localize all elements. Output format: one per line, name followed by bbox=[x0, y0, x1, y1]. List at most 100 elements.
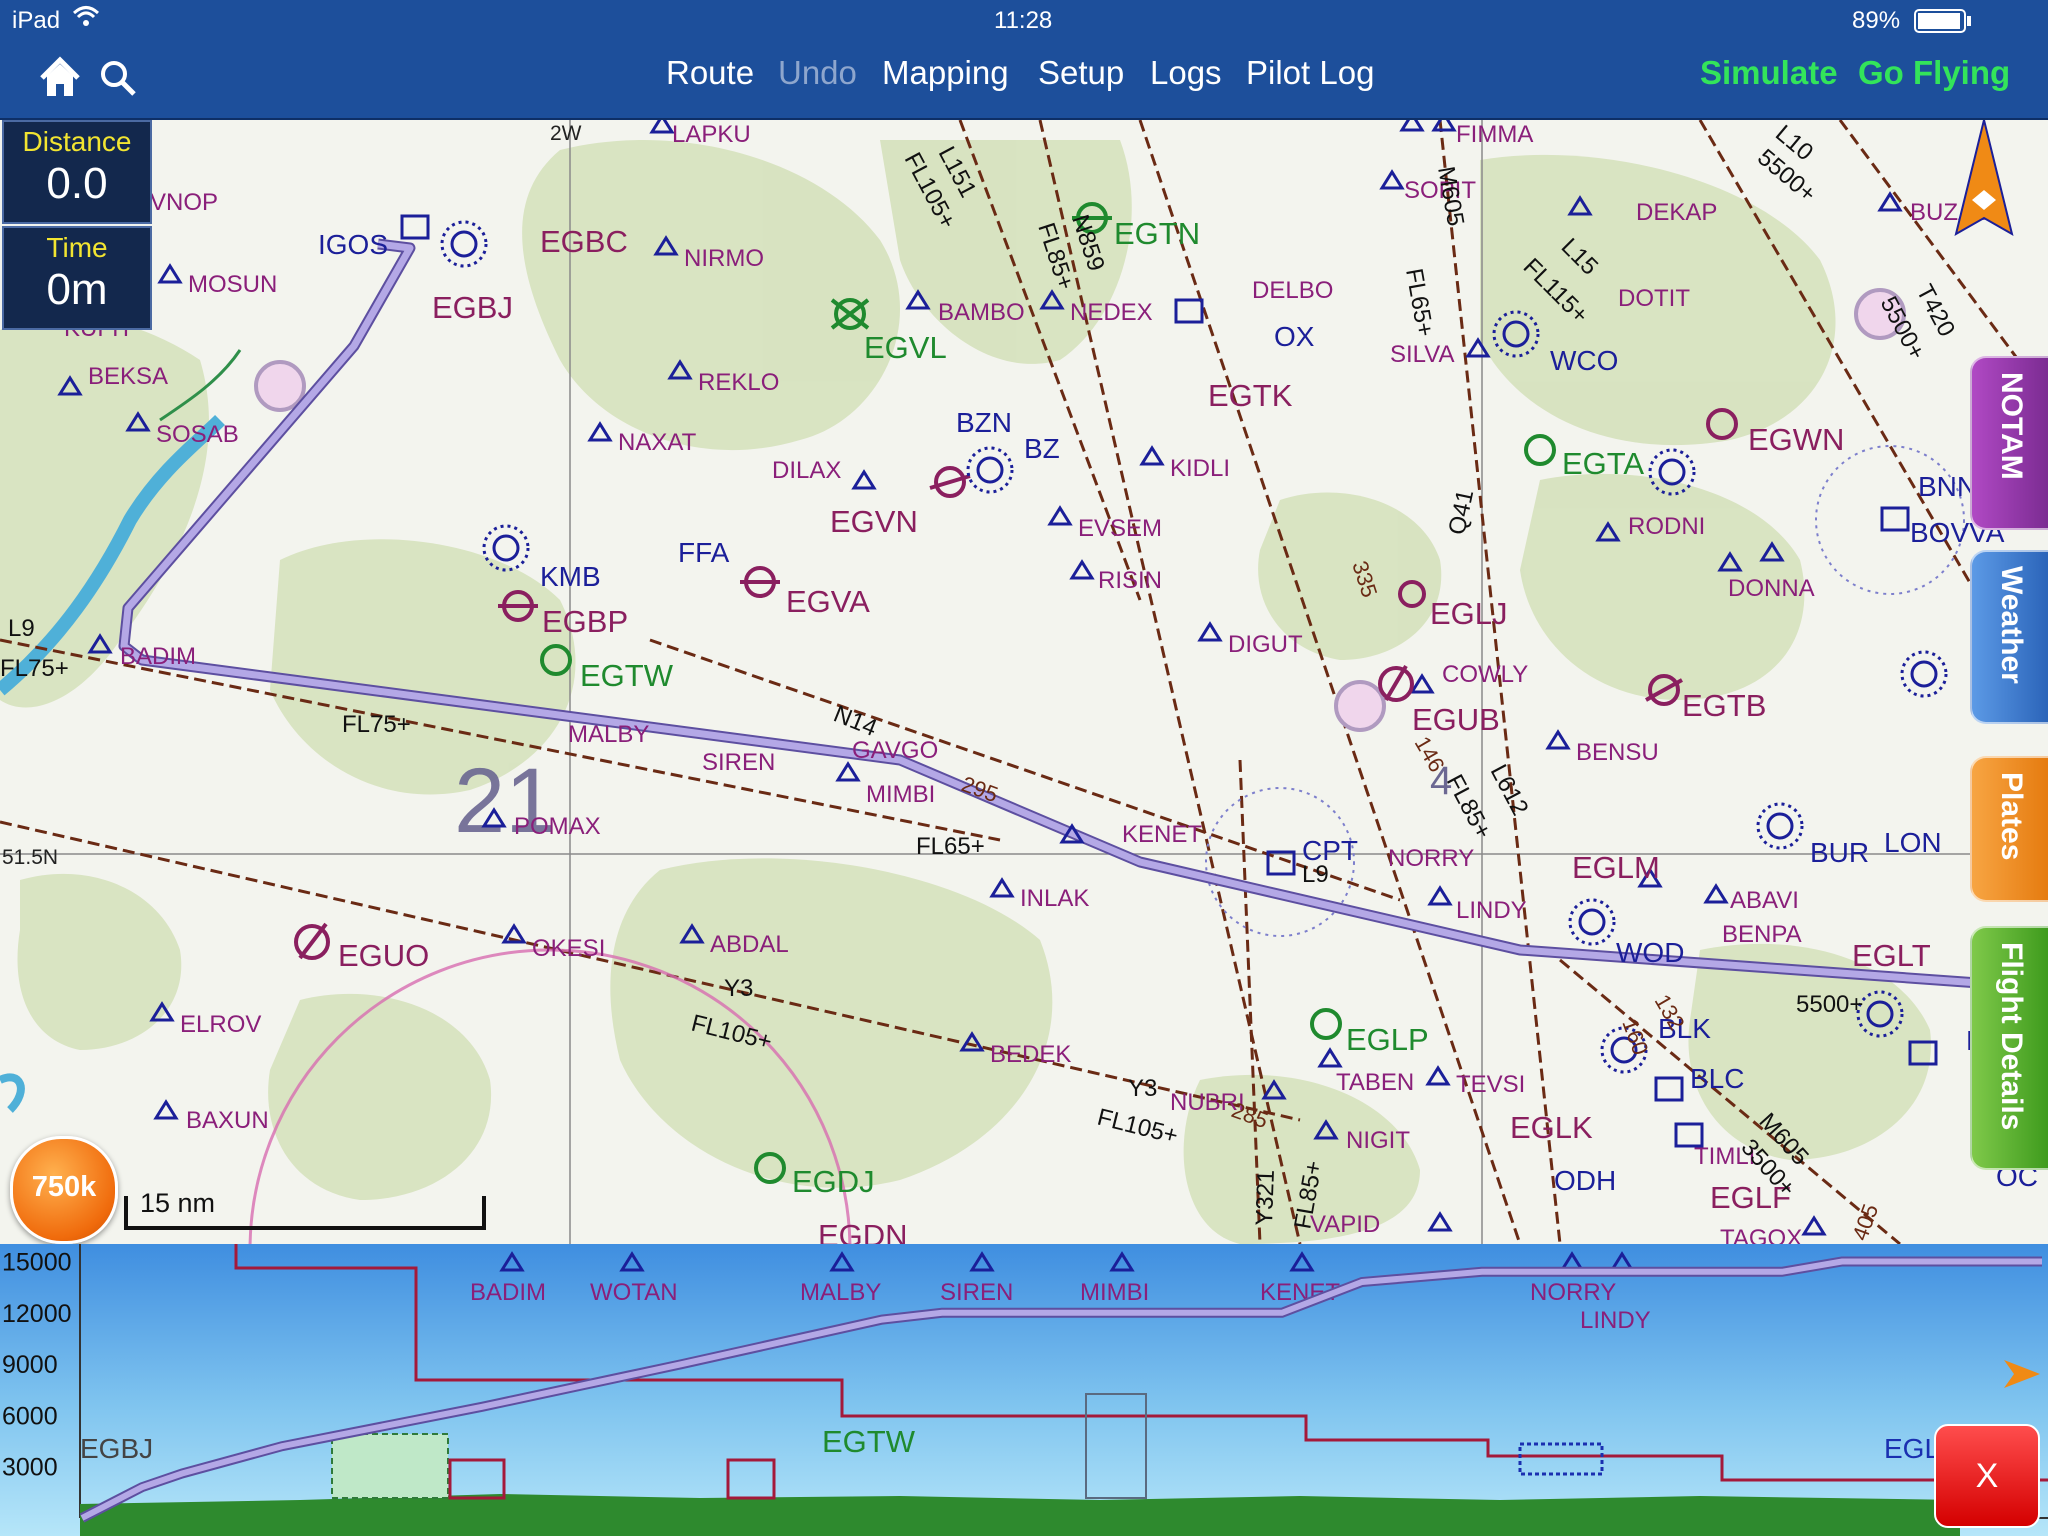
airway-name: L612 bbox=[1485, 760, 1534, 820]
profile-airport-label: EGBJ bbox=[80, 1433, 153, 1464]
waypoint-label: SIREN bbox=[702, 749, 775, 776]
airway-level: FL65+ bbox=[1400, 266, 1439, 338]
waypoint-label: SOSAB bbox=[156, 421, 239, 448]
track-number: 5500+ bbox=[1796, 991, 1863, 1018]
airport-label: EGLP bbox=[1346, 1022, 1429, 1057]
airport-label: EGBC bbox=[540, 224, 628, 259]
airport-label: EGTN bbox=[1114, 216, 1200, 251]
waypoint-label: BENSU bbox=[1576, 739, 1659, 766]
waypoint-label: NIRMO bbox=[684, 245, 764, 272]
navaid-label: BZN bbox=[956, 407, 1012, 438]
tab-weather-label: Weather bbox=[1995, 566, 2028, 684]
profile-waypoint-label: WOTAN bbox=[590, 1279, 678, 1306]
airport-label: EGLT bbox=[1852, 938, 1931, 973]
altitude-tick-label: 3000 bbox=[2, 1454, 58, 1482]
profile-scroll-arrow-icon[interactable] bbox=[2004, 1360, 2040, 1388]
parachute-zone bbox=[1085, 1393, 1147, 1499]
time-readout[interactable]: Time 0m bbox=[2, 226, 152, 330]
airspace-block bbox=[1518, 1442, 1604, 1476]
terrain-profile bbox=[80, 1494, 1960, 1536]
airway-name: L9 bbox=[1302, 861, 1329, 888]
north-arrow-icon[interactable] bbox=[1954, 120, 2014, 237]
waypoint-label: INLAK bbox=[1020, 885, 1089, 912]
airport-label: EGTW bbox=[580, 658, 674, 693]
waypoint-label: RISIN bbox=[1098, 567, 1162, 594]
airway-name: Y3 bbox=[724, 975, 753, 1002]
waypoint-label: LINDY bbox=[1456, 897, 1527, 924]
go-flying-button[interactable]: Go Flying bbox=[1858, 54, 2010, 92]
waypoint-label: BEDEK bbox=[990, 1041, 1071, 1068]
nav-undo[interactable]: Undo bbox=[778, 54, 857, 92]
altitude-tick-label: 12000 bbox=[2, 1300, 72, 1328]
airway-name: L9 bbox=[8, 615, 35, 642]
map-canvas[interactable]: 2W 51.5N 21 LAPKU MOSUN BEKSA SOSAB NIRM… bbox=[0, 120, 2048, 1244]
profile-waypoint-label: SIREN bbox=[940, 1279, 1013, 1306]
waypoint-label: LAPKU bbox=[672, 121, 751, 148]
airport-label: EGUB bbox=[1412, 702, 1500, 737]
waypoint-label: SILVA bbox=[1390, 341, 1454, 368]
airport-label: EGUO bbox=[338, 938, 429, 973]
airport-label: EGVA bbox=[786, 584, 870, 619]
vertical-profile[interactable]: 1500012000900060003000102030405060708090… bbox=[0, 1244, 2048, 1536]
airspace-block bbox=[448, 1458, 506, 1500]
tab-plates[interactable]: Plates bbox=[1970, 756, 2048, 902]
tab-notam-label: NOTAM bbox=[1995, 372, 2028, 480]
profile-waypoint-label: NORRY bbox=[1530, 1279, 1616, 1306]
battery-percent: 89% bbox=[1852, 7, 1901, 34]
nav-route[interactable]: Route bbox=[666, 54, 754, 92]
tab-weather[interactable]: Weather bbox=[1970, 550, 2048, 724]
airport-label: EGTA bbox=[1562, 446, 1644, 481]
sector-digit: 4 bbox=[1430, 759, 1452, 803]
airway-level: FL75+ bbox=[0, 655, 69, 682]
tab-flight-details[interactable]: Flight Details bbox=[1970, 926, 2048, 1170]
waypoint-label: MOSUN bbox=[188, 271, 277, 298]
waypoint-label: KIDLI bbox=[1170, 455, 1230, 482]
waypoint-label: DONNA bbox=[1728, 575, 1815, 602]
status-bar: iPad 11:28 89% bbox=[0, 0, 2048, 40]
navaid-label: WCO bbox=[1550, 345, 1618, 376]
navaid-label: KMB bbox=[540, 561, 601, 592]
nav-bar: Route Undo Mapping Setup Logs Pilot Log … bbox=[0, 40, 2048, 120]
nav-setup[interactable]: Setup bbox=[1038, 54, 1124, 92]
waypoint-label: DILAX bbox=[772, 457, 841, 484]
waypoint-label: BAXUN bbox=[186, 1107, 269, 1134]
profile-waypoint-label: LINDY bbox=[1580, 1307, 1651, 1334]
tab-notam[interactable]: NOTAM bbox=[1970, 356, 2048, 530]
waypoint-label: DIGUT bbox=[1228, 631, 1303, 658]
nav-mapping[interactable]: Mapping bbox=[882, 54, 1009, 92]
profile-waypoint-icon bbox=[619, 1251, 645, 1272]
waypoint-label: VNOP bbox=[150, 189, 218, 216]
airway-name: Q41 bbox=[1443, 487, 1479, 537]
airport-label: EGDJ bbox=[792, 1164, 875, 1199]
waypoint-label: REKLO bbox=[698, 369, 779, 396]
simulate-button[interactable]: Simulate bbox=[1700, 54, 1838, 92]
device-label: iPad bbox=[12, 7, 61, 34]
track-number: 160 bbox=[1617, 1015, 1653, 1058]
waypoint-label: NORRY bbox=[1388, 845, 1474, 872]
home-icon[interactable] bbox=[38, 56, 82, 103]
waypoint-label: FIMMA bbox=[1456, 121, 1533, 148]
profile-waypoint-label: BADIM bbox=[470, 1279, 546, 1306]
chart-map[interactable]: 2W 51.5N 21 LAPKU MOSUN BEKSA SOSAB NIRM… bbox=[0, 120, 2048, 1244]
zoom-scale-button[interactable]: 750k bbox=[10, 1136, 118, 1244]
search-icon[interactable] bbox=[98, 58, 138, 103]
waypoint-label: ABAVI bbox=[1730, 887, 1799, 914]
airspace-block bbox=[331, 1433, 449, 1499]
altitude-tick-label: 15000 bbox=[2, 1249, 72, 1277]
airway-level: FL75+ bbox=[342, 711, 411, 738]
tab-plates-label: Plates bbox=[1995, 772, 2028, 861]
tab-flight-details-label: Flight Details bbox=[1995, 942, 2028, 1131]
waypoint-label: POMAX bbox=[514, 813, 601, 840]
battery-icon bbox=[1914, 8, 1974, 41]
airport-label: EGBJ bbox=[432, 290, 513, 325]
nav-logs[interactable]: Logs bbox=[1150, 54, 1222, 92]
nav-pilot-log[interactable]: Pilot Log bbox=[1246, 54, 1374, 92]
navaid-label: BLC bbox=[1690, 1063, 1744, 1094]
distance-readout[interactable]: Distance 0.0 bbox=[2, 120, 152, 224]
waypoint-label: TAGOX bbox=[1720, 1225, 1802, 1244]
navaid-label: OX bbox=[1274, 321, 1315, 352]
close-profile-button[interactable]: X bbox=[1934, 1424, 2040, 1528]
meridian-label: 2W bbox=[550, 122, 582, 145]
profile-canvas[interactable]: 1500012000900060003000102030405060708090… bbox=[0, 1244, 2048, 1536]
profile-waypoint-label: MALBY bbox=[800, 1279, 881, 1306]
